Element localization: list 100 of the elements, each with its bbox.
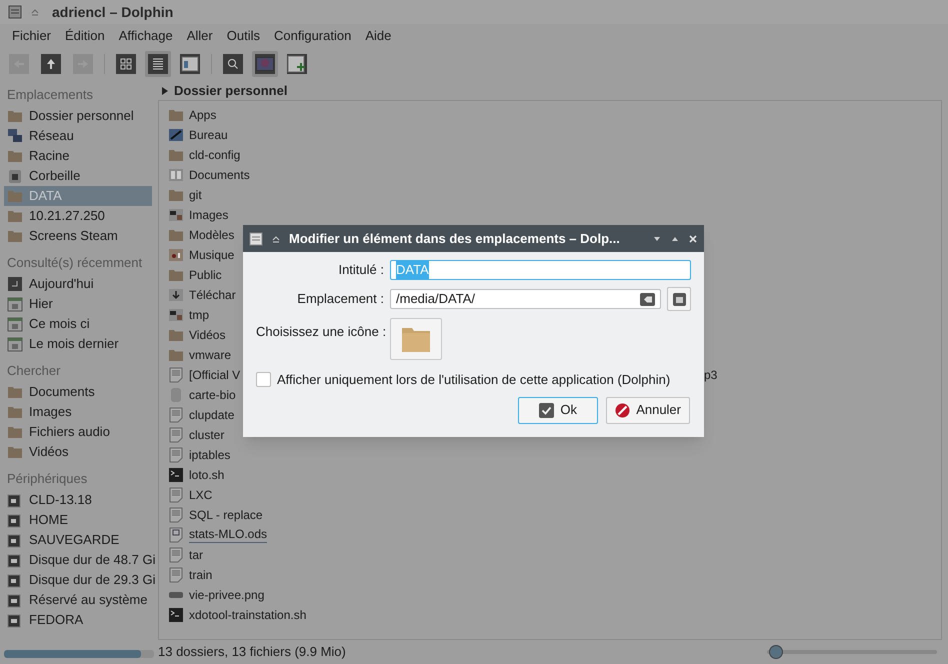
sidebar-item[interactable]: CLD-13.18 bbox=[4, 490, 152, 510]
clear-icon[interactable] bbox=[640, 292, 655, 306]
file-name[interactable]: clupdate bbox=[189, 406, 234, 424]
sidebar-item[interactable]: Corbeille bbox=[4, 166, 152, 186]
folder-icon bbox=[168, 187, 184, 203]
file-name[interactable]: Documents bbox=[189, 166, 250, 184]
ok-button[interactable]: Ok bbox=[518, 396, 598, 424]
file-name[interactable]: cluster bbox=[189, 426, 224, 444]
file-name[interactable]: [Official V bbox=[189, 366, 240, 384]
toolbar-button[interactable] bbox=[113, 51, 139, 77]
menu-item[interactable]: Édition bbox=[65, 26, 105, 46]
file-name[interactable]: git bbox=[189, 186, 202, 204]
file-name[interactable]: LXC bbox=[189, 486, 212, 504]
browse-button[interactable] bbox=[667, 287, 691, 311]
text-file-icon bbox=[168, 507, 184, 523]
field-label: Intitulé : bbox=[337, 261, 384, 280]
sidebar-item[interactable]: HOME bbox=[4, 510, 152, 530]
toolbar-button[interactable] bbox=[252, 51, 278, 77]
status-text: 13 dossiers, 13 fichiers (9.9 Mio) bbox=[158, 643, 346, 662]
folder-icon bbox=[7, 384, 23, 400]
file-name[interactable]: tar bbox=[189, 546, 204, 564]
sidebar-item[interactable]: Vidéos bbox=[4, 442, 152, 462]
terminal-file-icon bbox=[168, 607, 184, 623]
input-field[interactable]: /media/DATA/ bbox=[390, 289, 661, 309]
menu-item[interactable]: Aller bbox=[186, 26, 213, 46]
folder-icon bbox=[168, 267, 184, 283]
toolbar-button[interactable] bbox=[177, 51, 203, 77]
file-name[interactable]: SQL - replace bbox=[189, 506, 263, 524]
folder-icon bbox=[168, 227, 184, 243]
file-name[interactable]: tmp bbox=[189, 306, 210, 324]
list-icon bbox=[151, 57, 165, 71]
sidebar-item[interactable]: Racine bbox=[4, 146, 152, 166]
calendar-icon bbox=[7, 316, 23, 332]
sidebar-item[interactable]: 10.21.27.250 bbox=[4, 206, 152, 226]
file-name[interactable]: stats-MLO.ods bbox=[189, 527, 268, 543]
file-name[interactable]: Musique bbox=[189, 246, 234, 264]
sidebar-item[interactable]: SAUVEGARDE bbox=[4, 530, 152, 550]
checkbox[interactable] bbox=[256, 372, 271, 388]
file-name[interactable]: Apps bbox=[189, 106, 216, 124]
menu-item[interactable]: Outils bbox=[226, 26, 260, 46]
menu-item[interactable]: Affichage bbox=[118, 26, 173, 46]
sidebar-item[interactable]: Documents bbox=[4, 382, 152, 402]
folder-icon bbox=[7, 148, 23, 164]
file-name[interactable]: p3 bbox=[704, 366, 718, 384]
cancel-button[interactable]: Annuler bbox=[606, 396, 690, 424]
file-name[interactable]: xdotool-trainstation.sh bbox=[189, 606, 306, 624]
file-name[interactable]: Vidéos bbox=[189, 326, 226, 344]
breadcrumb[interactable]: Dossier personnel bbox=[174, 81, 288, 101]
recent-icon bbox=[7, 276, 23, 292]
drive-icon bbox=[7, 492, 23, 508]
toolbar-button[interactable] bbox=[145, 51, 171, 77]
file-name[interactable]: loto.sh bbox=[189, 466, 224, 484]
sidebar-item[interactable]: Screens Steam bbox=[4, 226, 152, 246]
section-header: Chercher bbox=[6, 362, 62, 380]
folder-icon bbox=[168, 107, 184, 123]
folder-icon bbox=[168, 147, 184, 163]
toolbar-button[interactable] bbox=[284, 51, 310, 77]
sidebar-item[interactable]: Le mois dernier bbox=[4, 334, 152, 354]
drive-icon bbox=[7, 552, 23, 568]
sidebar-item[interactable]: Dossier personnel bbox=[4, 106, 152, 126]
toolbar-button[interactable] bbox=[220, 51, 246, 77]
file-name[interactable]: vmware bbox=[189, 346, 232, 364]
text-file-icon bbox=[168, 567, 184, 583]
file-name[interactable]: Téléchar bbox=[189, 286, 236, 304]
caret-icon bbox=[162, 87, 168, 95]
file-name[interactable]: train bbox=[189, 566, 212, 584]
menu-item[interactable]: Aide bbox=[365, 26, 392, 46]
close-icon[interactable] bbox=[688, 234, 698, 244]
up-arrow-icon bbox=[44, 57, 58, 71]
downloads-folder-icon bbox=[168, 287, 184, 303]
folder-icon bbox=[7, 424, 23, 440]
menu-item[interactable]: Fichier bbox=[12, 26, 52, 46]
computer-icon bbox=[7, 128, 23, 144]
keep-above-icon bbox=[30, 7, 40, 17]
folder-icon bbox=[168, 327, 184, 343]
file-name[interactable]: Images bbox=[189, 206, 228, 224]
sidebar-item[interactable]: Réseau bbox=[4, 126, 152, 146]
file-name[interactable]: vie-privee.png bbox=[189, 586, 264, 604]
file-name[interactable]: Bureau bbox=[189, 126, 228, 144]
toolbar-button[interactable] bbox=[38, 51, 64, 77]
file-name[interactable]: iptables bbox=[189, 446, 230, 464]
file-name[interactable]: carte-bio bbox=[189, 386, 236, 404]
sidebar-item[interactable]: Réservé au système bbox=[4, 590, 152, 610]
menu-item[interactable]: Configuration bbox=[274, 26, 352, 46]
images-folder-icon bbox=[168, 207, 184, 223]
app-icon bbox=[249, 232, 263, 246]
file-name[interactable]: Public bbox=[189, 266, 222, 284]
sidebar-item[interactable]: FEDORA bbox=[4, 610, 152, 630]
sidebar-item[interactable]: Ce mois ci bbox=[4, 314, 152, 334]
file-name[interactable]: cld-config bbox=[189, 146, 240, 164]
sidebar-item[interactable]: Images bbox=[4, 402, 152, 422]
app-icon bbox=[8, 5, 22, 19]
sidebar-item[interactable]: Fichiers audio bbox=[4, 422, 152, 442]
sidebar-item[interactable]: Aujourd'hui bbox=[4, 274, 152, 294]
spreadsheet-file-icon bbox=[168, 527, 184, 543]
slider-thumb[interactable] bbox=[768, 645, 783, 659]
drive-icon bbox=[7, 612, 23, 628]
file-name[interactable]: Modèles bbox=[189, 226, 234, 244]
sidebar-item[interactable]: Hier bbox=[4, 294, 152, 314]
drive-icon bbox=[7, 572, 23, 588]
